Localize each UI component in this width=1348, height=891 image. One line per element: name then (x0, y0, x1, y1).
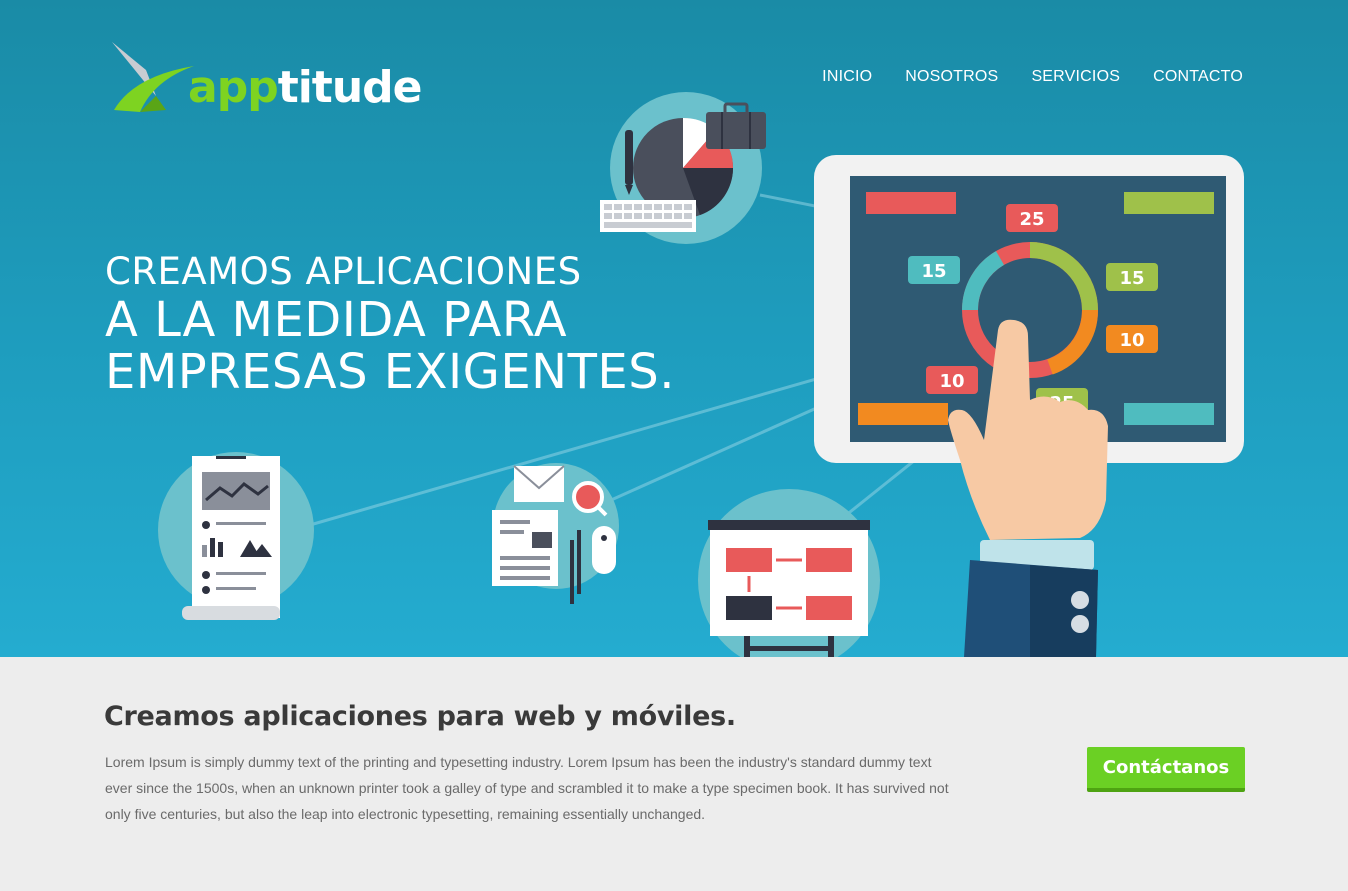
nav-contacto[interactable]: CONTACTO (1153, 68, 1243, 86)
hero-headline-line1: CREAMOS APLICACIONES (105, 250, 582, 293)
report-document-icon (158, 452, 314, 620)
brand-name-part2: titude (277, 62, 423, 113)
contact-button[interactable]: Contáctanos (1087, 747, 1245, 792)
nav-nosotros[interactable]: NOSOTROS (905, 68, 998, 86)
flowchart-board-icon (698, 489, 880, 657)
nav-inicio[interactable]: INICIO (822, 68, 872, 86)
hero-banner: 25 15 15 10 10 25 (0, 0, 1348, 657)
tablet-value-1: 25 (1019, 209, 1044, 230)
hero-headline-line3: EMPRESAS EXIGENTES. (105, 344, 675, 400)
nav-servicios[interactable]: SERVICIOS (1031, 68, 1120, 86)
tablet-value-2: 15 (921, 261, 946, 282)
tablet-value-3: 15 (1119, 268, 1144, 289)
tablet-value-5: 10 (939, 371, 964, 392)
brand-logo[interactable]: apptitude (110, 40, 422, 116)
tablet-value-4: 10 (1119, 330, 1144, 351)
business-chart-icon (600, 92, 766, 244)
hero-headline: CREAMOS APLICACIONES A LA MEDIDA PARA EM… (105, 250, 675, 398)
brand-name-part1: app (188, 62, 279, 113)
brand-wordmark: apptitude (188, 66, 422, 110)
hero-headline-line2: A LA MEDIDA PARA (105, 292, 568, 348)
main-nav: INICIO NOSOTROS SERVICIOS CONTACTO (822, 68, 1243, 86)
office-supplies-icon (492, 463, 619, 604)
section-title: Creamos aplicaciones para web y móviles. (104, 701, 736, 732)
logo-mark-icon (112, 42, 194, 112)
intro-section: Creamos aplicaciones para web y móviles.… (0, 657, 1348, 891)
section-body: Lorem Ipsum is simply dummy text of the … (105, 754, 949, 822)
